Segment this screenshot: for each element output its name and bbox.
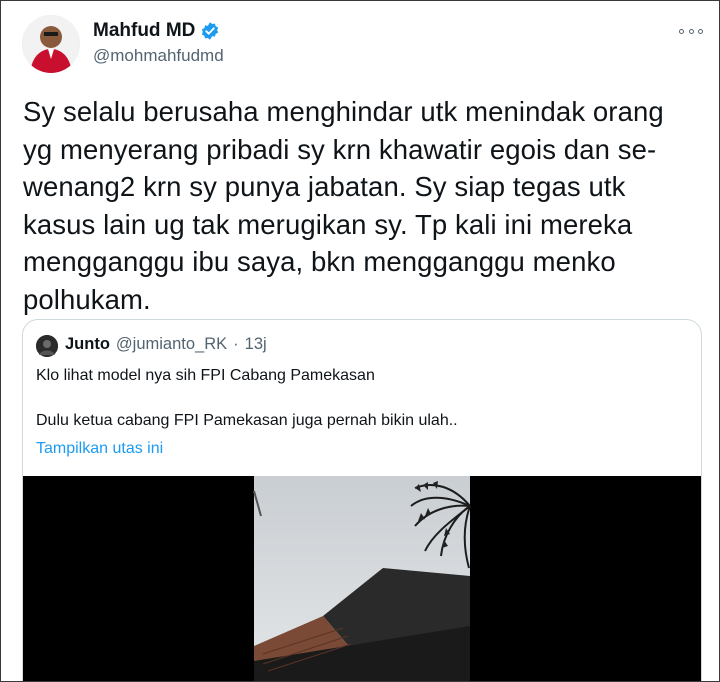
more-options-icon[interactable] [679,23,703,39]
author-name-row[interactable]: Mahfud MD [93,20,220,42]
quoted-text-line1: Klo lihat model nya sih FPI Cabang Pamek… [36,367,375,384]
quoted-author-avatar[interactable] [36,335,58,357]
quoted-tweet[interactable]: Junto @jumianto_RK · 13j Klo lihat model… [22,319,702,681]
author-name[interactable]: Mahfud MD [93,20,195,42]
tweet-card: Mahfud MD @mohmahfudmd Sy selalu berusah… [0,0,720,682]
video-frame [23,476,701,681]
quoted-text-line2: Dulu ketua cabang FPI Pamekasan juga per… [36,412,458,429]
author-handle[interactable]: @mohmahfudmd [93,46,224,66]
quoted-timestamp[interactable]: 13j [245,335,267,354]
show-thread-link[interactable]: Tampilkan utas ini [36,440,163,458]
author-avatar[interactable] [22,15,80,73]
tweet-text: Sy selalu berusaha menghindar utk menind… [23,96,664,315]
quoted-separator: · [233,335,239,353]
quoted-author-name[interactable]: Junto [65,335,110,354]
verified-badge-icon [200,21,220,41]
quoted-author-handle[interactable]: @jumianto_RK [116,335,227,354]
quoted-video[interactable] [23,476,701,681]
quoted-header: Junto @jumianto_RK · 13j [65,335,267,354]
